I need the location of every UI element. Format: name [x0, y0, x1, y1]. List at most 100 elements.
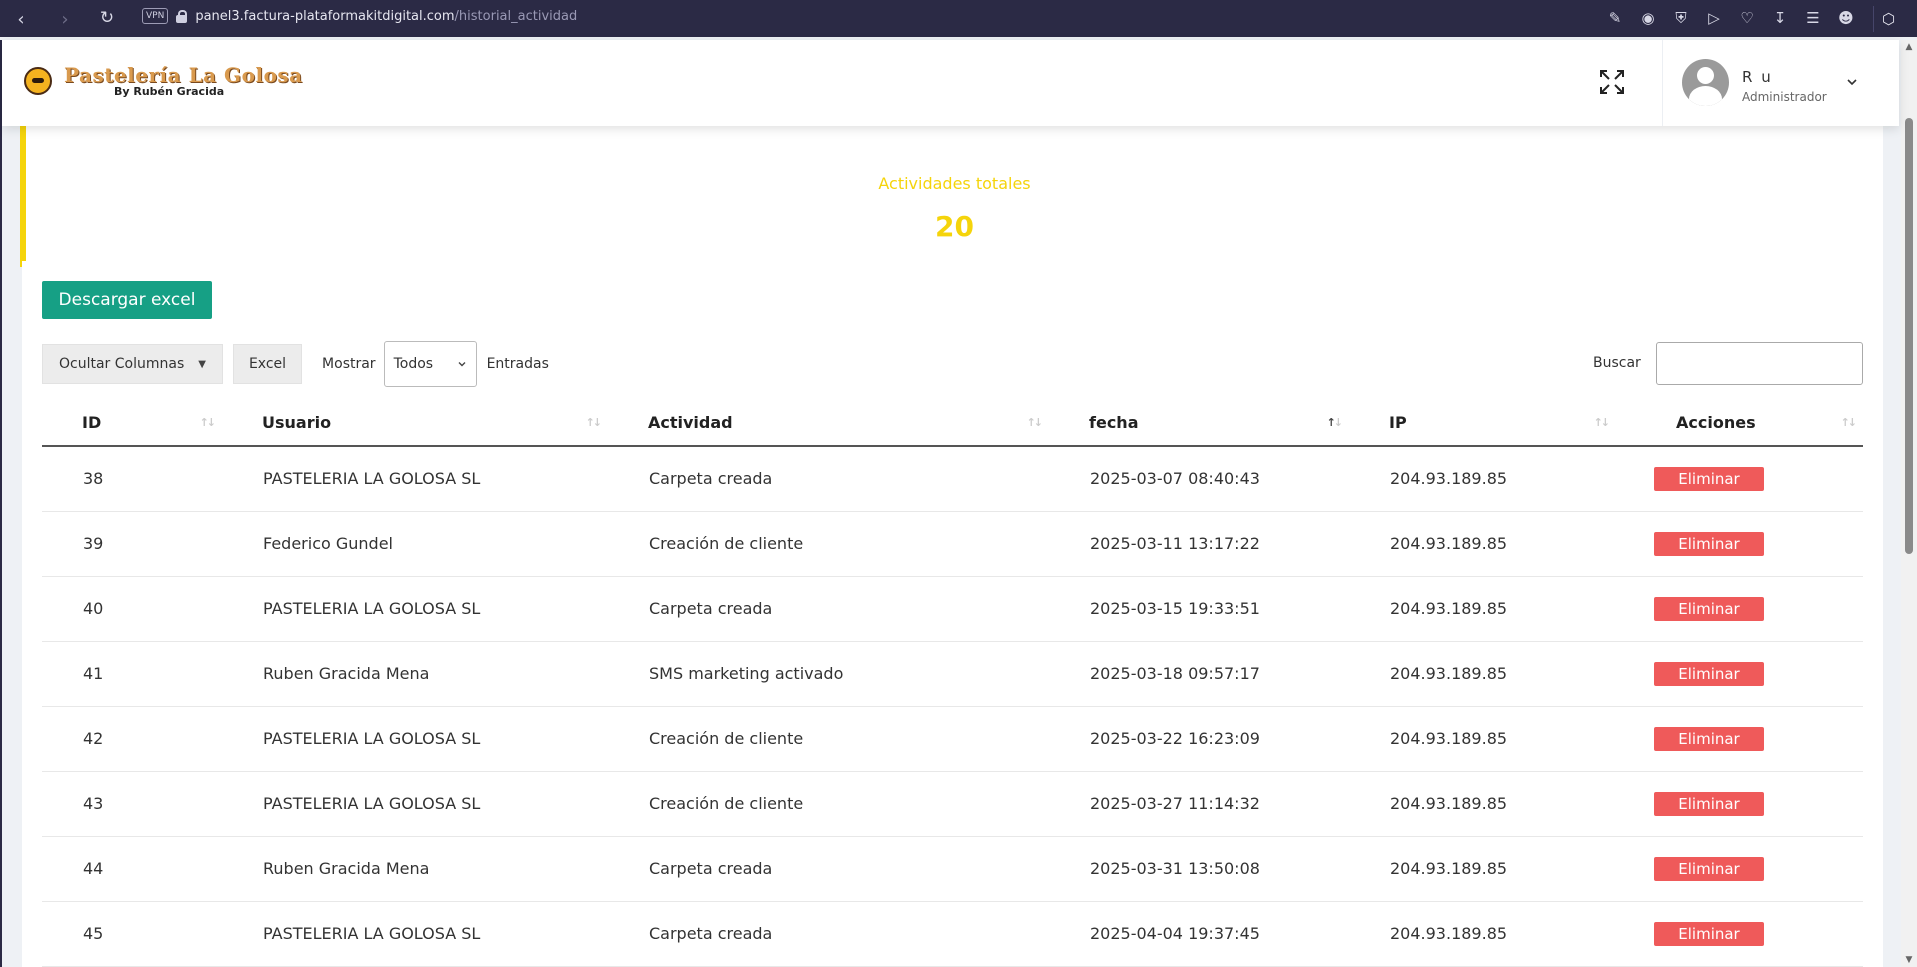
vpn-badge[interactable]: VPN: [142, 8, 169, 24]
search-label: Buscar: [1593, 355, 1641, 371]
download-excel-button[interactable]: Descargar excel: [42, 281, 212, 319]
table-row[interactable]: 43 PASTELERIA LA GOLOSA SL Creación de cli…: [42, 771, 1863, 837]
entries-select[interactable]: Todos: [383, 341, 477, 387]
delete-button[interactable]: Eliminar: [1654, 596, 1764, 621]
column-header-usuario[interactable]: Usuario ↑↓: [222, 400, 608, 447]
cell-fecha: 2025-03-11 13:17:22: [1049, 511, 1349, 577]
scroll-down-icon[interactable]: ▼: [1904, 955, 1914, 965]
column-header-ip[interactable]: IP ↑↓: [1349, 400, 1616, 447]
cell-ip: 204.93.189.85: [1349, 576, 1616, 642]
reload-icon[interactable]: ↻: [92, 3, 122, 33]
url-host: panel3.factura-plataformakitdigital.com: [195, 8, 455, 24]
logo-title: Pastelería La Golosa: [64, 63, 303, 87]
column-header-fecha[interactable]: fecha ↑↓: [1049, 400, 1349, 447]
chevron-down-icon[interactable]: [1844, 74, 1860, 90]
cell-ip: 204.93.189.85: [1349, 901, 1616, 967]
app-frame: Pastelería La Golosa By Rubén Gracida R …: [0, 40, 1917, 967]
logo[interactable]: Pastelería La Golosa By Rubén Gracida: [18, 64, 303, 98]
cell-id: 43: [42, 771, 222, 837]
cell-ip: 204.93.189.85: [1349, 511, 1616, 577]
delete-button[interactable]: Eliminar: [1654, 466, 1764, 491]
user-role: Administrador: [1742, 90, 1827, 104]
play-icon[interactable]: ▷: [1703, 6, 1725, 30]
edit-icon[interactable]: ✎: [1604, 6, 1626, 30]
cell-actividad: Creación de cliente: [608, 706, 1049, 772]
cell-usuario: PASTELERIA LA GOLOSA SL: [222, 771, 608, 837]
cell-fecha: 2025-03-07 08:40:43: [1049, 446, 1349, 512]
menu-icon[interactable]: ☰: [1802, 6, 1824, 30]
cell-actividad: Carpeta creada: [608, 576, 1049, 642]
column-header-id[interactable]: ID ↑↓: [42, 400, 222, 447]
cell-id: 38: [42, 446, 222, 512]
cell-usuario: PASTELERIA LA GOLOSA SL: [222, 576, 608, 642]
cell-ip: 204.93.189.85: [1349, 836, 1616, 902]
cell-fecha: 2025-03-27 11:14:32: [1049, 771, 1349, 837]
delete-button[interactable]: Eliminar: [1654, 856, 1764, 881]
user-name[interactable]: R u: [1742, 68, 1773, 86]
cell-acciones: Eliminar: [1616, 511, 1863, 577]
browser-toolbar: ‹ › ↻ VPN panel3.factura-plataformakitdi…: [0, 0, 1917, 37]
address-bar[interactable]: VPN panel3.factura-plataformakitdigital.…: [142, 8, 577, 24]
forward-icon[interactable]: ›: [50, 4, 80, 34]
cell-fecha: 2025-04-04 19:37:45: [1049, 901, 1349, 967]
cell-acciones: Eliminar: [1616, 641, 1863, 707]
sort-ascending-icon: ↑↓: [1326, 416, 1344, 429]
cell-acciones: Eliminar: [1616, 446, 1863, 512]
stats-card: Actividades totales 20: [20, 120, 1883, 267]
profile-icon[interactable]: ☻: [1835, 6, 1857, 30]
sort-icon: ↑↓: [1840, 416, 1858, 429]
table-row[interactable]: 38 PASTELERIA LA GOLOSA SL Carpeta creada 2…: [42, 446, 1863, 512]
entries-label: Entradas: [486, 356, 549, 372]
table-row[interactable]: 44 Ruben Gracida Mena Carpeta creada 2025-0…: [42, 836, 1863, 902]
cell-usuario: Federico Gundel: [222, 511, 608, 577]
scroll-up-icon[interactable]: ▲: [1904, 42, 1914, 52]
column-header-actividad[interactable]: Actividad ↑↓: [608, 400, 1049, 447]
sort-icon: ↑↓: [199, 416, 217, 429]
cell-fecha: 2025-03-22 16:23:09: [1049, 706, 1349, 772]
header-divider: [1662, 40, 1663, 126]
delete-button[interactable]: Eliminar: [1654, 661, 1764, 686]
shield-icon[interactable]: ⛨: [1670, 6, 1692, 30]
url-text[interactable]: panel3.factura-plataformakitdigital.com/…: [195, 9, 577, 24]
table-row[interactable]: 39 Federico Gundel Creación de cliente 2025…: [42, 511, 1863, 577]
cell-actividad: Creación de cliente: [608, 511, 1049, 577]
table-body: 38 PASTELERIA LA GOLOSA SL Carpeta creada 2…: [42, 446, 1863, 967]
table-header-row: ID ↑↓ Usuario ↑↓ Actividad ↑↓ fecha ↑↓ IP ↑↓ …: [42, 400, 1863, 447]
excel-export-button[interactable]: Excel: [232, 344, 303, 384]
app-header: Pastelería La Golosa By Rubén Gracida R …: [2, 40, 1899, 126]
cell-id: 41: [42, 641, 222, 707]
cell-acciones: Eliminar: [1616, 576, 1863, 642]
column-header-acciones[interactable]: Acciones ↑↓: [1616, 400, 1863, 447]
hide-columns-button[interactable]: Ocultar Columnas ▼: [42, 344, 223, 384]
table-row[interactable]: 40 PASTELERIA LA GOLOSA SL Carpeta creada 2…: [42, 576, 1863, 642]
delete-button[interactable]: Eliminar: [1654, 921, 1764, 946]
table-row[interactable]: 41 Ruben Gracida Mena SMS marketing activa…: [42, 641, 1863, 707]
cell-usuario: PASTELERIA LA GOLOSA SL: [222, 706, 608, 772]
hide-columns-label: Ocultar Columnas: [59, 356, 185, 372]
page-scrollbar[interactable]: ▲ ▼: [1901, 40, 1917, 967]
lock-icon: [176, 9, 188, 23]
cell-ip: 204.93.189.85: [1349, 706, 1616, 772]
cell-acciones: Eliminar: [1616, 706, 1863, 772]
cell-acciones: Eliminar: [1616, 771, 1863, 837]
cell-fecha: 2025-03-18 09:57:17: [1049, 641, 1349, 707]
cell-usuario: Ruben Gracida Mena: [222, 641, 608, 707]
avatar[interactable]: [1682, 59, 1729, 106]
delete-button[interactable]: Eliminar: [1654, 726, 1764, 751]
extension-icon[interactable]: ⬡: [1873, 6, 1903, 32]
fullscreen-icon[interactable]: [1598, 68, 1626, 96]
table-row[interactable]: 42 PASTELERIA LA GOLOSA SL Creación de cli…: [42, 706, 1863, 772]
heart-icon[interactable]: ♡: [1736, 6, 1758, 30]
download-icon[interactable]: ↧: [1769, 6, 1791, 30]
back-icon[interactable]: ‹: [6, 4, 36, 34]
camera-icon[interactable]: ◉: [1637, 6, 1659, 30]
delete-button[interactable]: Eliminar: [1654, 531, 1764, 556]
scroll-thumb[interactable]: [1905, 118, 1913, 554]
search-input[interactable]: [1656, 342, 1863, 385]
browser-actions: ✎ ◉ ⛨ ▷ ♡ ↧ ☰ ☻: [1604, 6, 1857, 30]
cell-acciones: Eliminar: [1616, 901, 1863, 967]
delete-button[interactable]: Eliminar: [1654, 791, 1764, 816]
cell-fecha: 2025-03-31 13:50:08: [1049, 836, 1349, 902]
sort-icon: ↑↓: [585, 416, 603, 429]
table-row[interactable]: 45 PASTELERIA LA GOLOSA SL Carpeta creada 2…: [42, 901, 1863, 967]
